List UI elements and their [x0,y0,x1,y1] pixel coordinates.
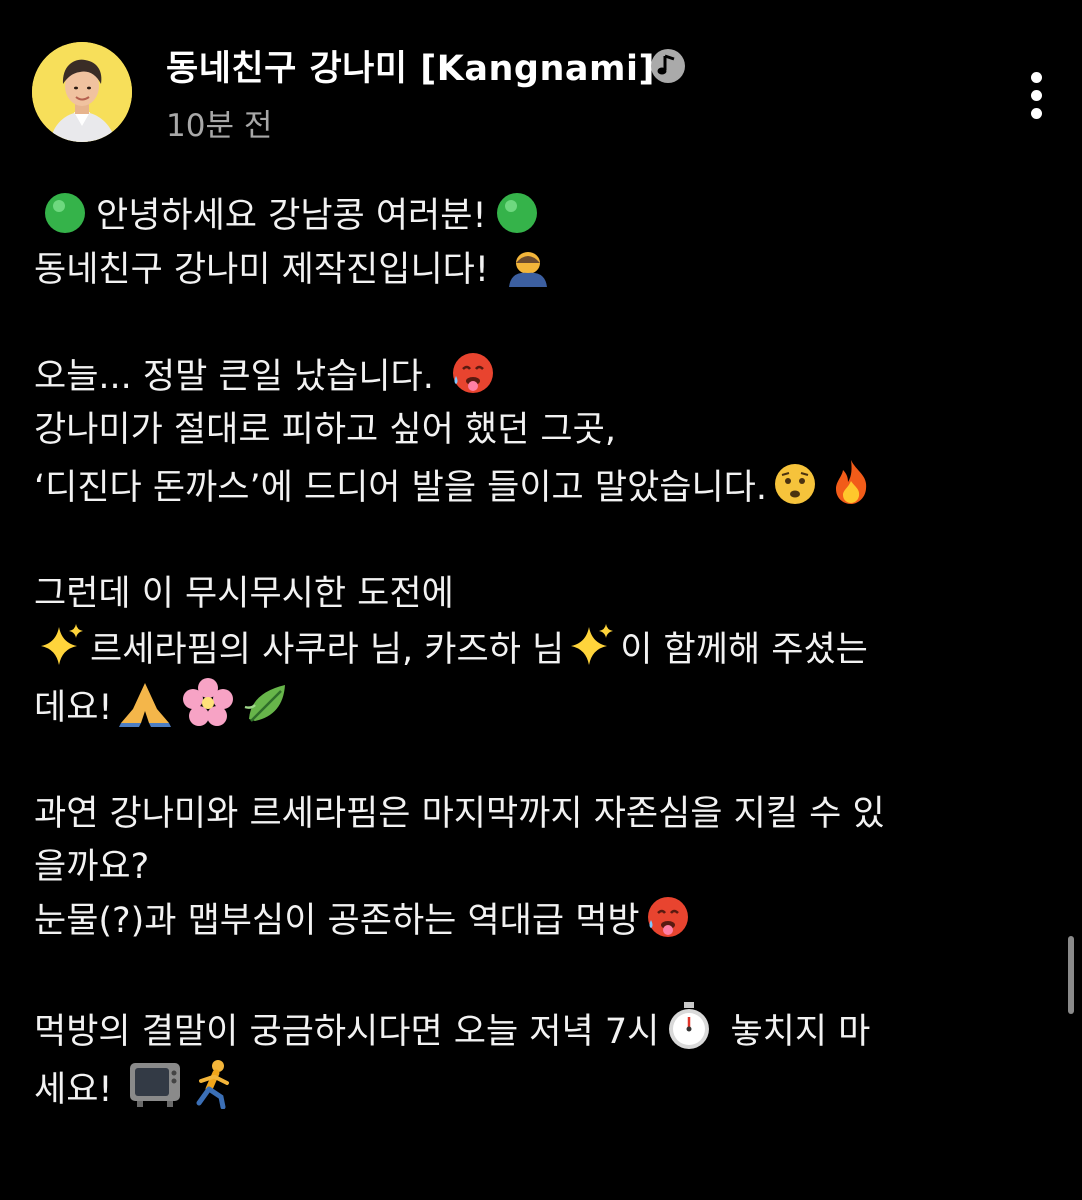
post-line: 눈물(?)과 맵부심이 공존하는 역대급 먹방 [34,894,1044,948]
running-person-icon [196,1060,229,1109]
stopwatch-icon [669,1002,710,1049]
post-line: 을까요? [34,841,1044,894]
verified-badge-icon [651,49,685,83]
sparkles-icon [41,624,83,665]
post-line: 세요! [34,1059,1044,1117]
more-options-icon[interactable] [1016,70,1060,120]
tv-icon [129,1063,180,1107]
post-line: 그런데 이 무시무시한 도전에 [34,568,1044,621]
post-timestamp: 10분 전 [166,108,273,144]
scrollbar[interactable] [1068,936,1074,1014]
post-text: 오늘... 정말 큰일 났습니다. [34,357,434,397]
anxious-face-icon [775,464,816,504]
post-line: 데요! [34,677,1044,735]
sparkles-icon [571,624,614,665]
channel-name[interactable]: 동네친구 강나미 [Kangnami] [166,40,655,91]
fire-icon [836,460,867,504]
post-text: 르세라핌의 사쿠라 님, 카즈하 님 [90,630,565,670]
post-line: 강나미가 절대로 피하고 싶어 했던 그곳, [34,404,1044,457]
post-text: 데요! [34,688,113,728]
post-line: ‘디진다 돈까스’에 드디어 발을 들이고 말았습니다. [34,457,1044,515]
post-text: 을까요? [34,847,150,887]
cherry-blossom-icon [183,678,234,726]
post-text: 그런데 이 무시무시한 도전에 [34,574,454,614]
post-text: 안녕하세요 강남콩 여러분! [96,196,487,236]
post-line: 안녕하세요 강남콩 여러분! [34,190,1044,243]
post-text: 먹방의 결말이 궁금하시다면 오늘 저녁 7시 [34,1012,660,1052]
bowing-person-icon [509,252,548,287]
post-text: 과연 강나미와 르세라핌은 마지막까지 자존심을 지킬 수 있 [34,794,885,834]
post-text: 이 함께해 주셨는 [620,630,868,670]
avatar[interactable] [32,42,132,142]
post-text: 강나미가 절대로 피하고 싶어 했던 그곳, [34,410,616,450]
post-line: 오늘... 정말 큰일 났습니다. [34,350,1044,404]
hot-face-icon [647,897,688,937]
post-text: ‘디진다 돈까스’에 드디어 발을 들이고 말았습니다. [34,468,768,508]
folded-hands-icon [119,683,172,727]
hot-face-icon [453,353,494,393]
post-header: 동네친구 강나미 [Kangnami] 10분 전 [0,0,1082,160]
post-text: 눈물(?)과 맵부심이 공존하는 역대급 먹방 [34,901,640,941]
post-text: 놓치지 마 [730,1012,871,1052]
post-text: 세요! [34,1070,113,1110]
green-circle-icon [497,193,538,233]
post-line: 동네친구 강나미 제작진입니다! [34,243,1044,297]
green-circle-icon [45,193,85,233]
post-line: 르세라핌의 사쿠라 님, 카즈하 님 이 함께해 주셨는 [34,621,1044,677]
post-line: 먹방의 결말이 궁금하시다면 오늘 저녁 7시 놓치지 마 [34,1001,1044,1059]
post-line: 과연 강나미와 르세라핌은 마지막까지 자존심을 지킬 수 있 [34,788,1044,841]
post-text: 동네친구 강나미 제작진입니다! [34,250,489,290]
post-body: 안녕하세요 강남콩 여러분! 동네친구 강나미 제작진입니다! 오늘... 정말… [34,190,1044,1170]
leaf-icon [245,685,286,722]
